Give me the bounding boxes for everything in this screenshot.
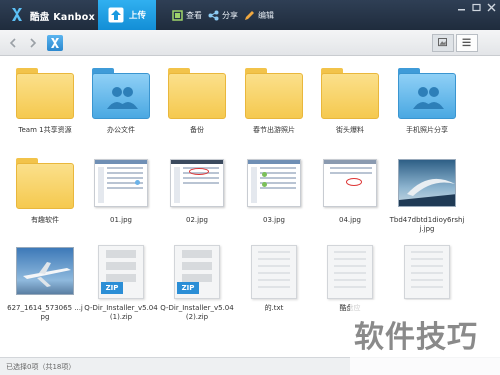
folder-icon	[14, 155, 76, 211]
folder-icon	[166, 65, 228, 121]
upload-label: 上传	[129, 11, 147, 21]
file-name: 04.jpg	[339, 216, 361, 224]
share-button[interactable]: 分享	[208, 10, 238, 21]
share-icon	[208, 10, 219, 21]
image-thumbnail	[14, 243, 76, 299]
zip-file-icon: ZIP	[166, 243, 228, 299]
file-name: 办公文件	[107, 126, 135, 134]
file-name: 春节出游照片	[253, 126, 295, 134]
image-thumbnail	[90, 155, 152, 211]
file-item[interactable]: 01.jpg	[83, 155, 159, 225]
edit-button[interactable]: 编辑	[244, 10, 274, 21]
file-item[interactable]: 备份	[159, 65, 235, 135]
edit-icon	[245, 11, 254, 20]
back-arrow-icon[interactable]	[8, 38, 18, 48]
app-title: 酷盘 Kanbox	[30, 12, 95, 23]
file-item[interactable]: Team 1共享资源	[7, 65, 83, 135]
shared-folder-icon	[396, 65, 458, 121]
view-label: 查看	[186, 11, 202, 20]
file-name: 手机照片分享	[406, 126, 448, 134]
forward-arrow-icon[interactable]	[28, 38, 38, 48]
file-item[interactable]: Tbd47dbtd1dioy6rshjj.jpg	[389, 155, 465, 234]
file-item[interactable]: ZIP Q-Dir_Installer_v5.04(2).zip	[159, 243, 235, 322]
file-name: Q-Dir_Installer_v5.04(1).zip	[84, 304, 158, 321]
image-thumbnail	[396, 155, 458, 211]
list-view-button[interactable]	[456, 34, 478, 52]
file-name: Team 1共享资源	[18, 126, 72, 134]
list-view-icon	[462, 38, 471, 47]
status-text: 已选择0项（共18项）	[6, 363, 76, 371]
shared-folder-icon	[90, 65, 152, 121]
kanbox-home-icon[interactable]	[47, 35, 63, 51]
close-icon[interactable]	[486, 3, 497, 12]
minimize-icon[interactable]	[456, 3, 467, 12]
share-label: 分享	[222, 11, 238, 20]
view-icon	[172, 10, 183, 21]
file-item[interactable]: 04.jpg	[312, 155, 388, 225]
file-item[interactable]	[389, 243, 465, 304]
file-item[interactable]: 街头爆料	[312, 65, 388, 135]
file-name: 01.jpg	[110, 216, 132, 224]
file-item[interactable]: 手机照片分享	[389, 65, 465, 135]
watermark: 软件技巧	[350, 300, 500, 375]
image-thumbnail	[243, 155, 305, 211]
file-name: Q-Dir_Installer_v5.04(2).zip	[160, 304, 234, 321]
file-item[interactable]: ZIP Q-Dir_Installer_v5.04(1).zip	[83, 243, 159, 322]
file-name: Tbd47dbtd1dioy6rshjj.jpg	[389, 216, 465, 233]
zip-badge: ZIP	[101, 282, 123, 294]
file-item[interactable]: 的.txt	[236, 243, 312, 313]
folder-icon	[319, 65, 381, 121]
image-thumbnail	[319, 155, 381, 211]
file-name: 627_1614_573065 ...jpg	[7, 304, 83, 321]
zip-badge: ZIP	[177, 282, 199, 294]
file-name: 03.jpg	[263, 216, 285, 224]
file-name: 备份	[190, 126, 204, 134]
edit-label: 编辑	[258, 11, 274, 20]
title-bar: 酷盘 Kanbox 上传 查看 分享 编辑	[0, 0, 500, 30]
folder-icon	[14, 65, 76, 121]
file-name: 02.jpg	[186, 216, 208, 224]
text-file-icon	[396, 243, 458, 299]
file-item[interactable]: 627_1614_573065 ...jpg	[7, 243, 83, 322]
watermark-text: 软件技巧	[354, 320, 478, 355]
file-name: 有趣软件	[31, 216, 59, 224]
thumbnail-view-button[interactable]	[432, 34, 454, 52]
file-item[interactable]: 03.jpg	[236, 155, 312, 225]
upload-button[interactable]: 上传	[98, 0, 156, 30]
folder-icon	[243, 65, 305, 121]
file-item[interactable]: 02.jpg	[159, 155, 235, 225]
file-item[interactable]: 办公文件	[83, 65, 159, 135]
nav-bar	[0, 30, 500, 56]
file-name: 的.txt	[264, 304, 284, 312]
file-item[interactable]: 有趣软件	[7, 155, 83, 225]
view-button[interactable]: 查看	[172, 10, 202, 21]
thumbnail-view-icon	[438, 38, 447, 47]
text-file-icon	[319, 243, 381, 299]
file-name: 街头爆料	[336, 126, 364, 134]
file-item[interactable]: 春节出游照片	[236, 65, 312, 135]
kanbox-logo-icon	[12, 8, 22, 21]
maximize-icon[interactable]	[471, 3, 482, 12]
zip-file-icon: ZIP	[90, 243, 152, 299]
image-thumbnail	[166, 155, 228, 211]
upload-icon	[108, 7, 124, 23]
text-file-icon	[243, 243, 305, 299]
